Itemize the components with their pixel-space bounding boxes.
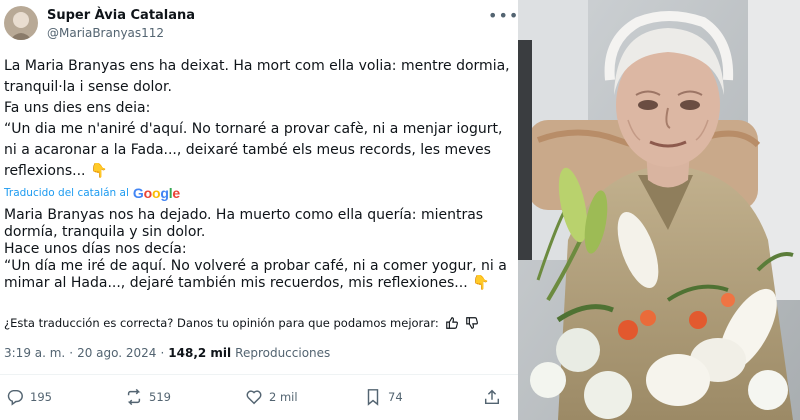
repost-icon <box>127 388 141 406</box>
bookmark-button[interactable]: 74 <box>364 388 403 406</box>
reply-icon <box>7 389 23 406</box>
repost-count: 519 <box>149 390 171 404</box>
bookmark-icon <box>367 389 379 406</box>
feedback-prompt: ¿Esta traducción es correcta? Danos tu o… <box>4 316 439 330</box>
thumbs-up-icon[interactable] <box>445 316 459 330</box>
repost-button[interactable]: 519 <box>125 388 171 406</box>
reply-button[interactable]: 195 <box>6 388 52 406</box>
meta-separator: · <box>69 346 74 360</box>
tweet-time[interactable]: 3:19 a. m. <box>4 346 65 360</box>
bookmark-count: 74 <box>388 390 403 404</box>
translated-by-label: Traducido del catalán al <box>4 187 129 199</box>
avatar[interactable] <box>4 6 38 40</box>
more-options-icon[interactable]: ••• <box>488 6 519 25</box>
share-icon <box>484 389 500 405</box>
like-button[interactable]: 2 mil <box>245 388 298 406</box>
tweet-card: Super Àvia Catalana @MariaBranyas112 •••… <box>0 0 518 420</box>
tweet-translated-text: Maria Branyas nos ha dejado. Ha muerto c… <box>4 207 507 291</box>
tweet-original-text: La Maria Branyas ens ha deixat. Ha mort … <box>4 58 510 179</box>
reply-count: 195 <box>30 390 52 404</box>
translation-feedback: ¿Esta traducción es correcta? Danos tu o… <box>4 316 479 330</box>
author-name[interactable]: Super Àvia Catalana <box>47 8 195 23</box>
tweet-meta: 3:19 a. m. · 20 ago. 2024 · 148,2 mil Re… <box>4 346 330 360</box>
portrait-photo-of-elderly-woman <box>518 0 800 420</box>
meta-separator: · <box>160 346 165 360</box>
tweet-photo[interactable] <box>518 0 800 420</box>
heart-icon <box>246 390 262 405</box>
views-label: Reproducciones <box>235 346 331 360</box>
translation-attribution[interactable]: Traducido del catalán al Google <box>4 185 180 201</box>
google-logo: Google <box>132 185 180 201</box>
tweet-date[interactable]: 20 ago. 2024 <box>77 346 156 360</box>
author-handle[interactable]: @MariaBranyas112 <box>47 26 164 40</box>
thumbs-down-icon[interactable] <box>465 316 479 330</box>
like-count: 2 mil <box>269 390 298 404</box>
views-count: 148,2 mil <box>168 346 232 360</box>
action-bar: 195 519 2 mil 74 <box>0 388 518 414</box>
share-button[interactable] <box>483 388 501 406</box>
divider <box>0 374 518 375</box>
